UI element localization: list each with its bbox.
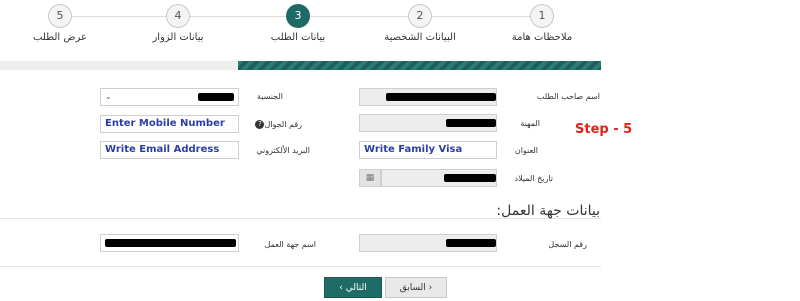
step-4[interactable]: 4 بيانات الزوار xyxy=(118,4,238,43)
step-2[interactable]: 2 البيانات الشخصية xyxy=(360,4,480,43)
chevron-down-icon: ⌄ xyxy=(105,92,112,101)
progress-bar xyxy=(0,61,601,70)
step-5-number: 5 xyxy=(48,4,72,28)
next-button[interactable]: التالي › xyxy=(324,277,382,298)
birthdate-label: تاريخ الميلاد xyxy=(514,174,554,183)
email-input[interactable]: Write Email Address xyxy=(100,141,239,159)
footer-divider xyxy=(0,266,601,267)
calendar-icon[interactable]: ▦ xyxy=(359,169,381,187)
mobile-value: Enter Mobile Number xyxy=(105,118,225,129)
redacted-value xyxy=(105,239,236,247)
applicant-name-label: اسم صاحب الطلب xyxy=(536,92,600,101)
step-1[interactable]: 1 ملاحظات هامة xyxy=(482,4,602,43)
registry-number-field[interactable] xyxy=(359,234,497,252)
step-2-number: 2 xyxy=(408,4,432,28)
step-1-label: ملاحظات هامة xyxy=(511,32,573,43)
email-value: Write Email Address xyxy=(105,144,220,155)
previous-button[interactable]: ‹ السابق xyxy=(385,277,447,298)
redacted-value xyxy=(446,119,496,127)
redacted-value xyxy=(198,93,234,101)
redacted-value xyxy=(444,174,496,182)
step-5[interactable]: 5 عرض الطلب xyxy=(0,4,120,43)
step-5-label: عرض الطلب xyxy=(33,32,87,43)
employer-name-label: اسم جهة العمل xyxy=(264,240,316,249)
mobile-label-text: رقم الجوال xyxy=(264,120,302,129)
step-3-number: 3 xyxy=(286,4,310,28)
nationality-select[interactable]: ⌄ xyxy=(100,88,239,106)
step-1-number: 1 xyxy=(530,4,554,28)
mobile-input[interactable]: Enter Mobile Number xyxy=(100,115,239,133)
step-3-label: بيانات الطلب xyxy=(270,32,326,43)
address-input[interactable]: Write Family Visa xyxy=(359,141,497,159)
redacted-value xyxy=(386,93,496,101)
applicant-name-field[interactable] xyxy=(359,88,497,106)
profession-label: المهنة xyxy=(520,119,540,128)
address-value: Write Family Visa xyxy=(364,144,463,155)
progress-bar-fill xyxy=(238,61,601,70)
redacted-value xyxy=(446,239,496,247)
birthdate-field[interactable] xyxy=(381,169,497,187)
profession-field[interactable] xyxy=(359,114,497,132)
address-label: العنوان xyxy=(514,146,538,155)
step-4-number: 4 xyxy=(166,4,190,28)
mobile-label: رقم الجوال? xyxy=(252,120,302,129)
email-label: البريد الألكتروني xyxy=(256,146,310,155)
work-section-heading: بيانات جهة العمل: xyxy=(496,203,600,219)
step-3[interactable]: 3 بيانات الطلب xyxy=(238,4,358,43)
employer-name-field[interactable] xyxy=(100,234,239,252)
step-annotation: Step - 5 xyxy=(575,122,633,137)
step-4-label: بيانات الزوار xyxy=(152,32,204,43)
registry-number-label: رقم السجل xyxy=(548,240,587,249)
nationality-label: الجنسية xyxy=(256,92,283,101)
step-2-label: البيانات الشخصية xyxy=(384,32,456,43)
